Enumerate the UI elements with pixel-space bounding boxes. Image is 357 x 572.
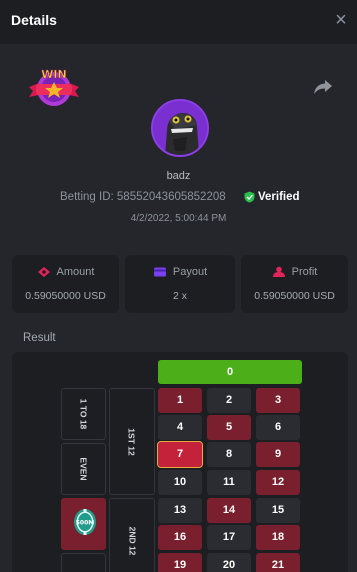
- stat-amount-label: Amount: [56, 266, 95, 278]
- number-cell-2[interactable]: 2: [207, 388, 251, 413]
- win-badge-icon: WIN: [29, 68, 79, 106]
- stat-payout: Payout 2 x: [125, 255, 235, 313]
- bet-first-dozen-label: 1ST 12: [127, 427, 137, 456]
- result-label: Result: [23, 332, 56, 344]
- betting-id-label: Betting ID:: [60, 191, 114, 203]
- money-icon: [37, 267, 50, 277]
- stat-amount: Amount 0.59050000 USD: [12, 255, 119, 313]
- bet-even[interactable]: EVEN: [61, 443, 106, 495]
- number-cell-0[interactable]: 0: [158, 360, 302, 384]
- number-cell-12[interactable]: 12: [256, 470, 300, 495]
- stat-profit-label: Profit: [291, 266, 318, 278]
- stat-profit: Profit 0.59050000 USD: [241, 255, 348, 313]
- details-header: Details ×: [0, 0, 357, 44]
- betting-id-value: 58552043605852208: [116, 191, 226, 203]
- number-cell-11[interactable]: 11: [207, 470, 251, 495]
- number-cell-16[interactable]: 16: [158, 525, 202, 550]
- verified-label: Verified: [258, 191, 300, 203]
- number-cell-4[interactable]: 4: [158, 415, 202, 440]
- bet-timestamp: 4/2/2022, 5:00:44 PM: [130, 213, 227, 224]
- verified-badge: Verified: [244, 191, 300, 203]
- chip-icon: 500M: [74, 509, 96, 535]
- number-cell-14[interactable]: 14: [207, 498, 251, 523]
- stat-payout-value: 2 x: [172, 290, 187, 302]
- username: badz: [166, 170, 191, 182]
- stat-payout-label: Payout: [172, 266, 208, 278]
- bet-second-dozen[interactable]: 2ND 12: [109, 498, 155, 572]
- number-cell-7[interactable]: 7: [157, 441, 203, 468]
- bet-first-dozen[interactable]: 1ST 12: [109, 388, 155, 495]
- wallet-icon: [153, 267, 166, 277]
- number-cell-6[interactable]: 6: [256, 415, 300, 440]
- stat-profit-value: 0.59050000 USD: [254, 290, 335, 302]
- bet-even-label: EVEN: [78, 457, 89, 481]
- shield-check-icon: [244, 191, 255, 203]
- number-cell-19[interactable]: 19: [158, 553, 202, 572]
- profit-icon: [272, 266, 285, 277]
- bet-1-to-18[interactable]: 1 TO 18: [61, 388, 106, 440]
- close-icon[interactable]: ×: [331, 10, 351, 30]
- number-cell-17[interactable]: 17: [207, 525, 251, 550]
- chip-value: 500M: [76, 520, 95, 527]
- avatar: [151, 99, 209, 157]
- bet-second-dozen-label: 2ND 12: [126, 526, 137, 555]
- number-cell-21[interactable]: 21: [256, 553, 300, 572]
- stat-amount-value: 0.59050000 USD: [25, 290, 106, 302]
- number-cell-10[interactable]: 10: [158, 470, 202, 495]
- number-cell-3[interactable]: 3: [256, 388, 300, 413]
- number-cell-5[interactable]: 5: [207, 415, 251, 440]
- crocodile-avatar-icon: [153, 101, 207, 155]
- number-cell-18[interactable]: 18: [256, 525, 300, 550]
- number-cell-8[interactable]: 8: [207, 442, 251, 467]
- number-cell-9[interactable]: 9: [256, 442, 300, 467]
- number-cell-13[interactable]: 13: [158, 498, 202, 523]
- number-cell-20[interactable]: 20: [207, 553, 251, 572]
- win-badge-text: WIN: [41, 68, 66, 81]
- page-title: Details: [11, 12, 57, 28]
- number-cell-15[interactable]: 15: [256, 498, 300, 523]
- betting-id: Betting ID: 58552043605852208: [60, 191, 226, 203]
- bet-1-to-18-label: 1 TO 18: [78, 398, 89, 430]
- number-cell-1[interactable]: 1: [158, 388, 202, 413]
- bet-odd[interactable]: [61, 553, 106, 572]
- share-icon[interactable]: [313, 78, 333, 96]
